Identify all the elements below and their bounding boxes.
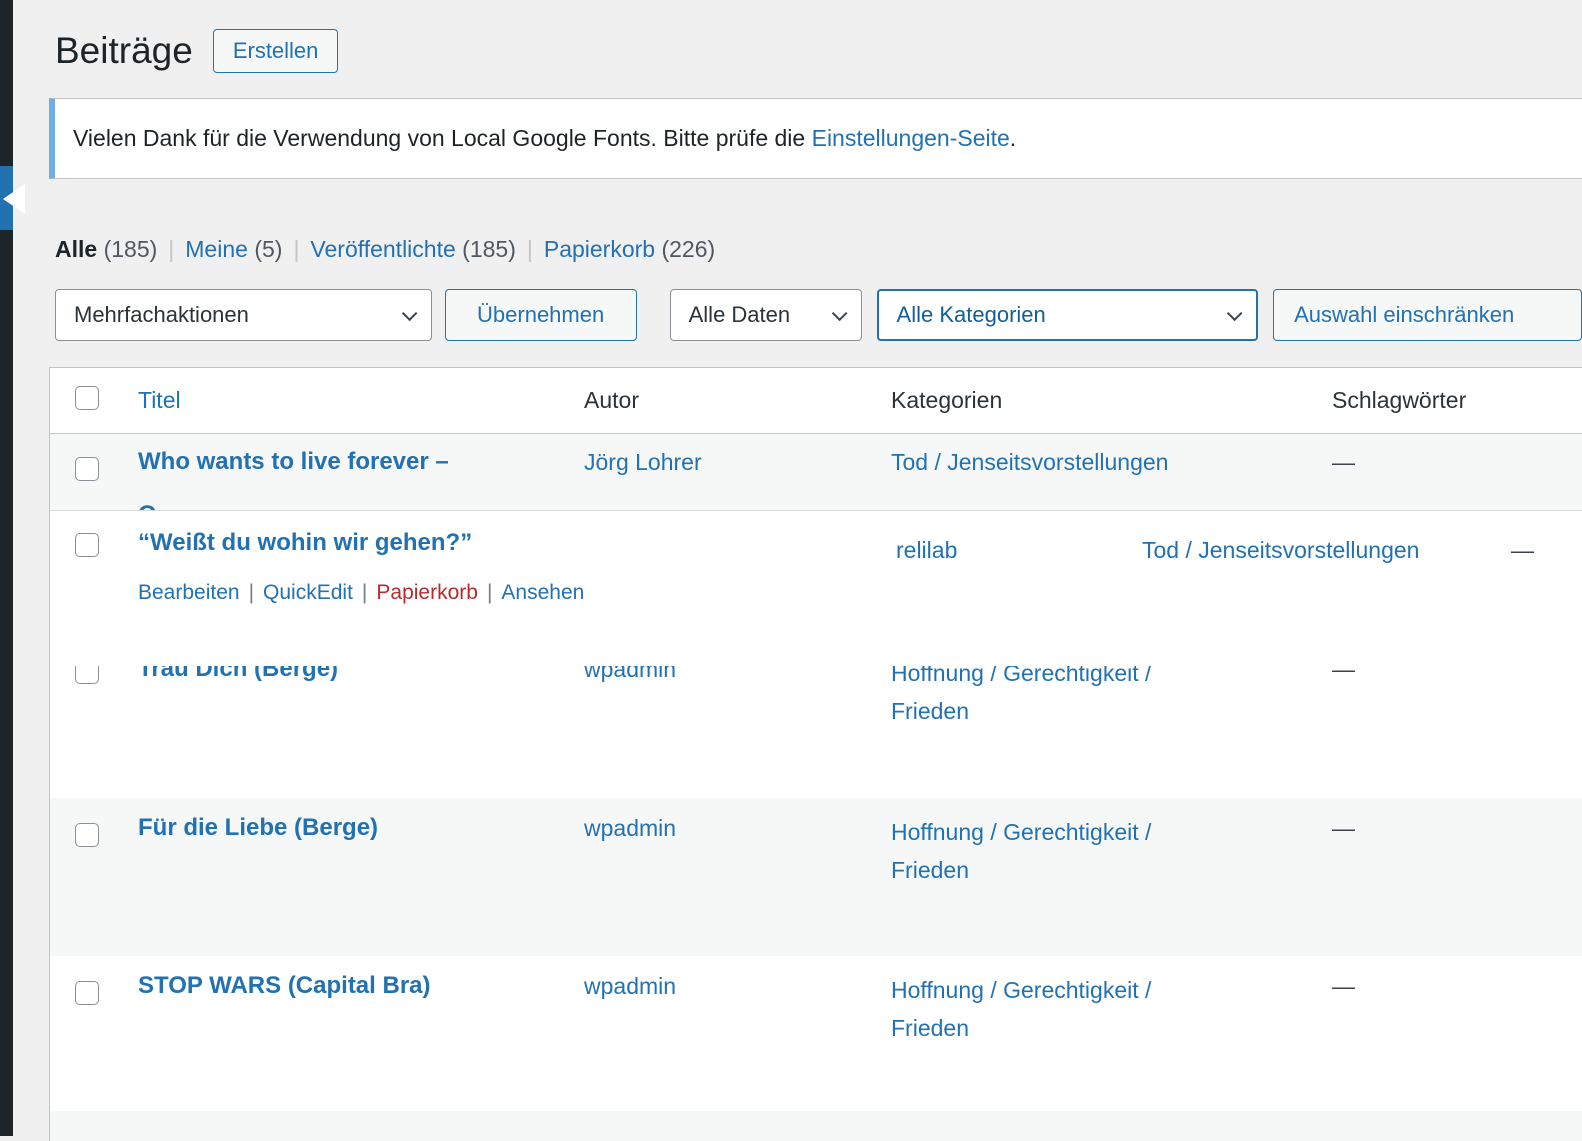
header-checkbox-cell — [50, 386, 136, 416]
categories-filter-value: Alle Kategorien — [897, 302, 1046, 328]
table-row: Trau Dich (Berge) wpadmin Hoffnung / Ger… — [50, 666, 1582, 798]
row-checkbox[interactable] — [75, 823, 99, 847]
limit-selection-button[interactable]: Auswahl einschränken — [1273, 289, 1582, 341]
apply-button[interactable]: Übernehmen — [445, 289, 637, 341]
author-link[interactable]: wpadmin — [584, 666, 676, 682]
row-actions: Bearbeiten | QuickEdit | Papierkorb | Ansehen — [138, 581, 584, 605]
post-status-filters: Alle (185)Meine (5)Veröffentlichte (185)… — [55, 236, 1582, 263]
filter-alle: Alle (185) — [55, 236, 185, 262]
filter-veroeffentlichte: Veröffentlichte (185) — [310, 236, 543, 262]
notice-banner: Vielen Dank für die Verwendung von Local… — [49, 98, 1582, 179]
table-header-row: Titel Autor Kategorien Schlagwörter — [50, 368, 1582, 434]
notice-text: Vielen Dank für die Verwendung von Local… — [73, 125, 812, 151]
table-row-hovered: “Weißt du wohin wir gehen?” Bearbeiten | Q… — [50, 510, 1582, 666]
tags-empty-dash: — — [1332, 973, 1355, 999]
categories-link[interactable]: Tod / Jenseitsvorstellungen — [1142, 535, 1419, 565]
post-title-second-line-clipped[interactable]: Q — [138, 500, 584, 510]
tags-empty-dash: — — [1332, 449, 1355, 475]
filter-papierkorb-count: (226) — [661, 236, 715, 262]
filter-alle-count: (185) — [104, 236, 158, 262]
page-title: Beiträge — [55, 27, 193, 75]
current-menu-arrow-icon — [3, 184, 25, 214]
categories-link[interactable]: relilab — [896, 535, 957, 565]
page-header: Beiträge Erstellen — [55, 27, 1582, 75]
tags-empty-dash: — — [1511, 535, 1534, 565]
bulk-actions-value: Mehrfachaktionen — [74, 302, 249, 328]
table-row: Who wants to live forever – Q Jörg Lohre… — [50, 434, 1582, 510]
posts-admin-content: Beiträge Erstellen Vielen Dank für die V… — [13, 0, 1582, 1136]
chevron-down-icon — [1227, 305, 1243, 321]
post-title-link[interactable]: “Weißt du wohin wir gehen?” — [138, 528, 472, 558]
action-bearbeiten[interactable]: Bearbeiten — [138, 581, 240, 604]
filter-alle-link[interactable]: Alle — [55, 236, 97, 262]
row-checkbox[interactable] — [75, 533, 99, 557]
row-checkbox[interactable] — [75, 666, 99, 684]
chevron-down-icon — [831, 305, 847, 321]
tags-empty-dash: — — [1332, 666, 1355, 682]
action-ansehen[interactable]: Ansehen — [501, 581, 584, 604]
table-row: STOP WARS (Capital Bra) wpadmin Hoffnung… — [50, 956, 1582, 1111]
author-link[interactable]: Jörg Lohrer — [584, 449, 702, 475]
column-header-kategorien: Kategorien — [891, 387, 1002, 413]
post-title-link[interactable]: STOP WARS (Capital Bra) — [138, 971, 431, 1001]
column-header-autor: Autor — [584, 387, 639, 413]
list-table-toolbar: Mehrfachaktionen Übernehmen Alle Daten A… — [55, 289, 1582, 341]
filter-veroeffentlichte-count: (185) — [462, 236, 516, 262]
filter-veroeffentlichte-link[interactable]: Veröffentlichte — [310, 236, 455, 262]
post-title-link[interactable]: Trau Dich (Berge) — [138, 666, 338, 684]
filter-papierkorb: Papierkorb (226) — [544, 236, 715, 262]
table-row: Für die Liebe (Berge) wpadmin Hoffnung /… — [50, 798, 1582, 956]
categories-link[interactable]: Tod / Jenseitsvorstellungen — [891, 447, 1168, 477]
categories-link[interactable]: Hoffnung / Gerechtigkeit / Frieden — [891, 813, 1223, 889]
categories-link[interactable]: Hoffnung / Gerechtigkeit / Frieden — [891, 971, 1223, 1047]
categories-link[interactable]: Hoffnung / Gerechtigkeit / Frieden — [891, 666, 1223, 730]
filter-meine: Meine (5) — [185, 236, 310, 262]
dates-filter-value: Alle Daten — [689, 302, 791, 328]
tags-empty-dash: — — [1332, 815, 1355, 841]
posts-table: Titel Autor Kategorien Schlagwörter Who … — [49, 367, 1582, 1141]
row-checkbox[interactable] — [75, 981, 99, 1005]
action-separator: | — [362, 581, 367, 604]
column-header-schlagwoerter: Schlagwörter — [1332, 387, 1466, 413]
admin-menu-edge[interactable] — [0, 0, 13, 1136]
create-post-button[interactable]: Erstellen — [213, 29, 339, 73]
filter-papierkorb-link[interactable]: Papierkorb — [544, 236, 655, 262]
action-papierkorb[interactable]: Papierkorb — [376, 581, 478, 604]
action-quickedit[interactable]: QuickEdit — [263, 581, 353, 604]
notice-suffix: . — [1010, 125, 1016, 151]
categories-filter-select[interactable]: Alle Kategorien — [877, 289, 1259, 341]
chevron-down-icon — [401, 305, 417, 321]
settings-page-link[interactable]: Einstellungen-Seite — [812, 125, 1010, 151]
bulk-actions-select[interactable]: Mehrfachaktionen — [55, 289, 432, 341]
select-all-checkbox[interactable] — [75, 386, 99, 410]
post-title-link[interactable]: Für die Liebe (Berge) — [138, 813, 378, 843]
filter-meine-count: (5) — [254, 236, 282, 262]
dates-filter-select[interactable]: Alle Daten — [670, 289, 862, 341]
column-header-titel[interactable]: Titel — [138, 387, 181, 413]
table-row-partial — [50, 1111, 1582, 1141]
row-checkbox[interactable] — [75, 457, 99, 481]
author-link[interactable]: wpadmin — [584, 973, 676, 999]
action-separator: | — [487, 581, 492, 604]
filter-meine-link[interactable]: Meine — [185, 236, 248, 262]
author-link[interactable]: wpadmin — [584, 815, 676, 841]
action-separator: | — [249, 581, 254, 604]
post-title-link[interactable]: Who wants to live forever – — [138, 447, 449, 477]
